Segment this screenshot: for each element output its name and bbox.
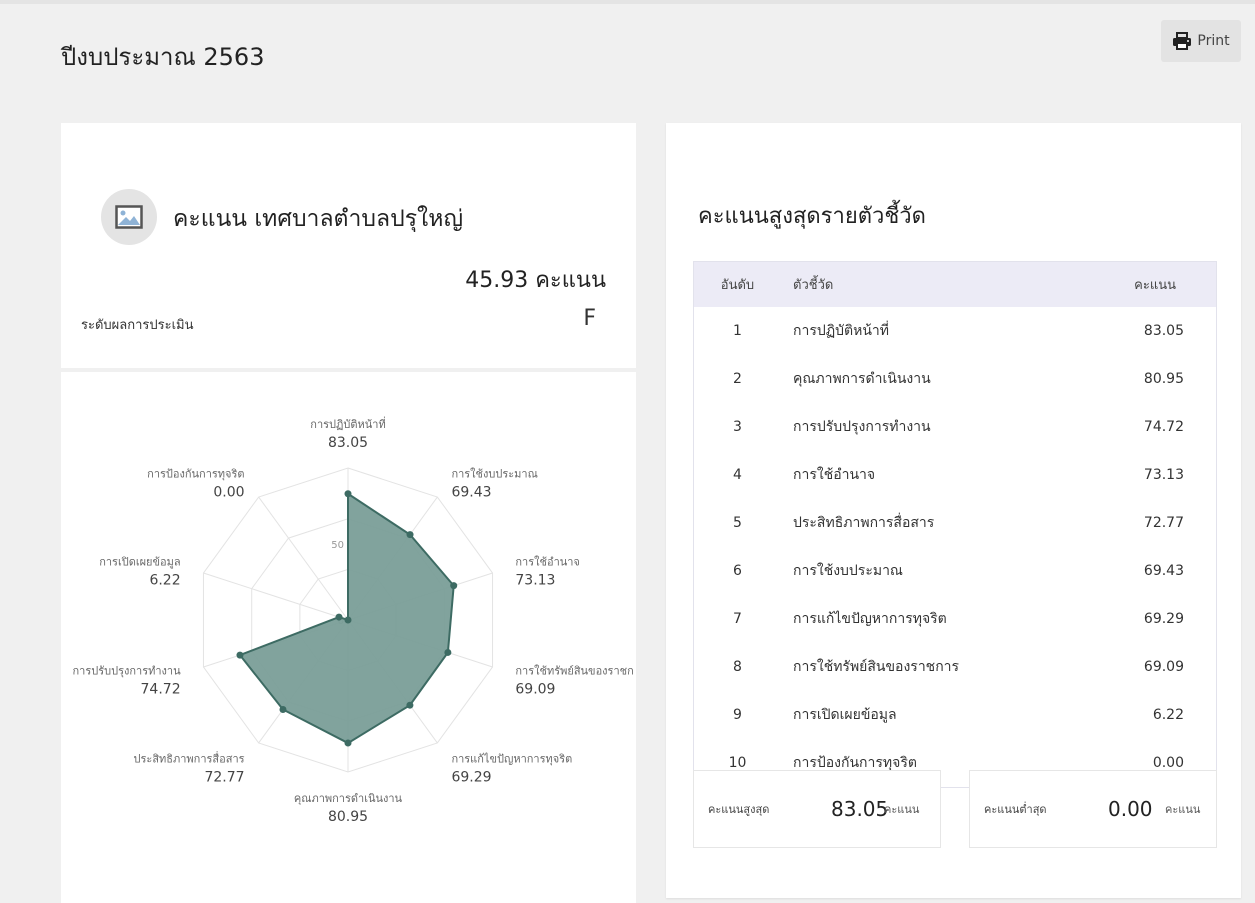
row-name: การปฏิบัติหน้าที่ [793, 323, 890, 339]
radar-value-label: 74.72 [141, 681, 181, 697]
ranking-table: อันดับ ตัวชี้วัด คะแนน 1 การปฏิบัติหน้าที… [693, 261, 1217, 788]
radar-value-label: 69.09 [515, 681, 555, 697]
row-rank: 2 [733, 371, 742, 387]
radar-spoke [258, 496, 349, 621]
radar-chart: 050การปฏิบัติหน้าที่83.05การใช้งบประมาณ6… [72, 416, 633, 825]
ranking-title: คะแนนสูงสุดรายตัวชี้วัด [698, 204, 926, 229]
table-row: 3 การปรับปรุงการทำงาน 74.72 [694, 403, 1217, 451]
max-score-value: 83.05 [831, 797, 889, 821]
radar-category-label: การแก้ไขปัญหาการทุจริต [451, 752, 572, 765]
printer-icon [1173, 32, 1192, 50]
row-score: 80.95 [1143, 371, 1184, 387]
row-score: 72.77 [1143, 515, 1184, 531]
row-score: 73.13 [1143, 467, 1184, 483]
row-name: การใช้อำนาจ [793, 467, 876, 483]
radar-point [344, 616, 352, 624]
radar-value-label: 80.95 [328, 809, 368, 825]
table-row: 1 การปฏิบัติหน้าที่ 83.05 [694, 307, 1217, 355]
radar-category-label: การป้องกันการทุจริต [147, 468, 244, 481]
row-score: 69.43 [1143, 563, 1184, 579]
header-rank: อันดับ [720, 278, 755, 293]
radar-category-label: การเปิดเผยข้อมูล [99, 556, 180, 569]
row-name: การใช้งบประมาณ [793, 563, 903, 579]
row-name: การเปิดเผยข้อมูล [793, 707, 897, 723]
row-rank: 3 [733, 419, 742, 435]
min-score-unit: คะแนน [1165, 803, 1201, 816]
radar-point [344, 739, 352, 747]
radar-value-label: 69.43 [451, 485, 491, 501]
radar-value-label: 0.00 [213, 485, 244, 501]
total-score-unit: คะแนน [535, 268, 606, 293]
min-score-box: คะแนนต่ำสุด 0.00 คะแนน [969, 770, 1217, 848]
row-rank: 1 [733, 323, 742, 339]
row-name: การแก้ไขปัญหาการทุจริต [793, 611, 947, 627]
radar-category-label: คุณภาพการดำเนินงาน [294, 792, 403, 805]
table-row: 9 การเปิดเผยข้อมูล 6.22 [694, 691, 1217, 739]
radar-value-label: 69.29 [451, 769, 491, 785]
max-score-box: คะแนนสูงสุด 83.05 คะแนน [693, 770, 941, 848]
row-score: 74.72 [1143, 419, 1184, 435]
header-name: ตัวชี้วัด [793, 278, 834, 293]
table-row: 2 คุณภาพการดำเนินงาน 80.95 [694, 355, 1217, 403]
radar-value-label: 72.77 [204, 769, 244, 785]
table-row: 6 การใช้งบประมาณ 69.43 [694, 547, 1217, 595]
total-score: 45.93 คะแนน [465, 262, 606, 297]
radar-point [335, 613, 343, 621]
radar-point [279, 705, 287, 713]
row-name: ประสิทธิภาพการสื่อสาร [793, 515, 935, 531]
summary-card: คะแนน เทศบาลตำบลปรุใหญ่ 45.93 คะแนน ระดั… [61, 123, 636, 368]
min-score-label: คะแนนต่ำสุด [984, 803, 1047, 816]
table-row: 5 ประสิทธิภาพการสื่อสาร 72.77 [694, 499, 1217, 547]
radar-card: 050การปฏิบัติหน้าที่83.05การใช้งบประมาณ6… [61, 372, 636, 903]
radar-point [406, 531, 414, 539]
radar-point [450, 582, 458, 590]
row-score: 69.29 [1143, 611, 1184, 627]
radar-point [344, 490, 352, 498]
print-label: Print [1197, 33, 1230, 49]
radar-category-label: การใช้ทรัพย์สินของราชก [515, 664, 633, 677]
page-title: ปีงบประมาณ 2563 [61, 43, 265, 71]
max-score-label: คะแนนสูงสุด [708, 803, 770, 816]
row-rank: 8 [733, 659, 742, 675]
radar-spoke [203, 572, 349, 621]
header-score: คะแนน [1134, 278, 1176, 293]
radar-point [444, 648, 452, 656]
radar-category-label: ประสิทธิภาพการสื่อสาร [134, 750, 245, 765]
image-placeholder-icon [101, 189, 157, 245]
radar-value-label: 73.13 [515, 573, 555, 589]
row-name: การปรับปรุงการทำงาน [793, 419, 931, 435]
radar-category-label: การใช้งบประมาณ [451, 468, 537, 481]
radar-value-label: 83.05 [328, 435, 368, 451]
max-score-unit: คะแนน [884, 803, 920, 816]
radar-category-label: การปฏิบัติหน้าที่ [310, 416, 385, 431]
total-score-value: 45.93 [465, 268, 529, 293]
radar-category-label: การปรับปรุงการทำงาน [72, 664, 181, 677]
table-row: 4 การใช้อำนาจ 73.13 [694, 451, 1217, 499]
level-value: F [583, 306, 596, 331]
row-name: การใช้ทรัพย์สินของราชการ [793, 659, 960, 675]
radar-category-label: การใช้อำนาจ [515, 556, 580, 569]
radar-r-tick: 50 [331, 540, 344, 551]
row-rank: 9 [733, 707, 742, 723]
row-score: 69.09 [1143, 659, 1184, 675]
org-title: คะแนน เทศบาลตำบลปรุใหญ่ [173, 206, 464, 232]
min-score-value: 0.00 [1108, 797, 1153, 821]
radar-point [406, 701, 414, 709]
level-label: ระดับผลการประเมิน [81, 318, 194, 333]
radar-point [236, 651, 244, 659]
row-score: 83.05 [1143, 323, 1184, 339]
row-rank: 4 [733, 467, 742, 483]
print-button[interactable]: Print [1161, 20, 1241, 62]
ranking-header-row: อันดับ ตัวชี้วัด คะแนน [693, 261, 1217, 307]
radar-value-label: 6.22 [149, 573, 180, 589]
table-row: 7 การแก้ไขปัญหาการทุจริต 69.29 [694, 595, 1217, 643]
row-rank: 6 [733, 563, 742, 579]
row-name: คุณภาพการดำเนินงาน [793, 371, 931, 387]
row-score: 6.22 [1152, 707, 1184, 723]
row-rank: 5 [733, 515, 742, 531]
ranking-card: คะแนนสูงสุดรายตัวชี้วัด อันดับ ตัวชี้วัด… [666, 123, 1241, 898]
row-rank: 7 [733, 611, 742, 627]
table-row: 8 การใช้ทรัพย์สินของราชการ 69.09 [694, 643, 1217, 691]
top-divider [0, 0, 1255, 4]
